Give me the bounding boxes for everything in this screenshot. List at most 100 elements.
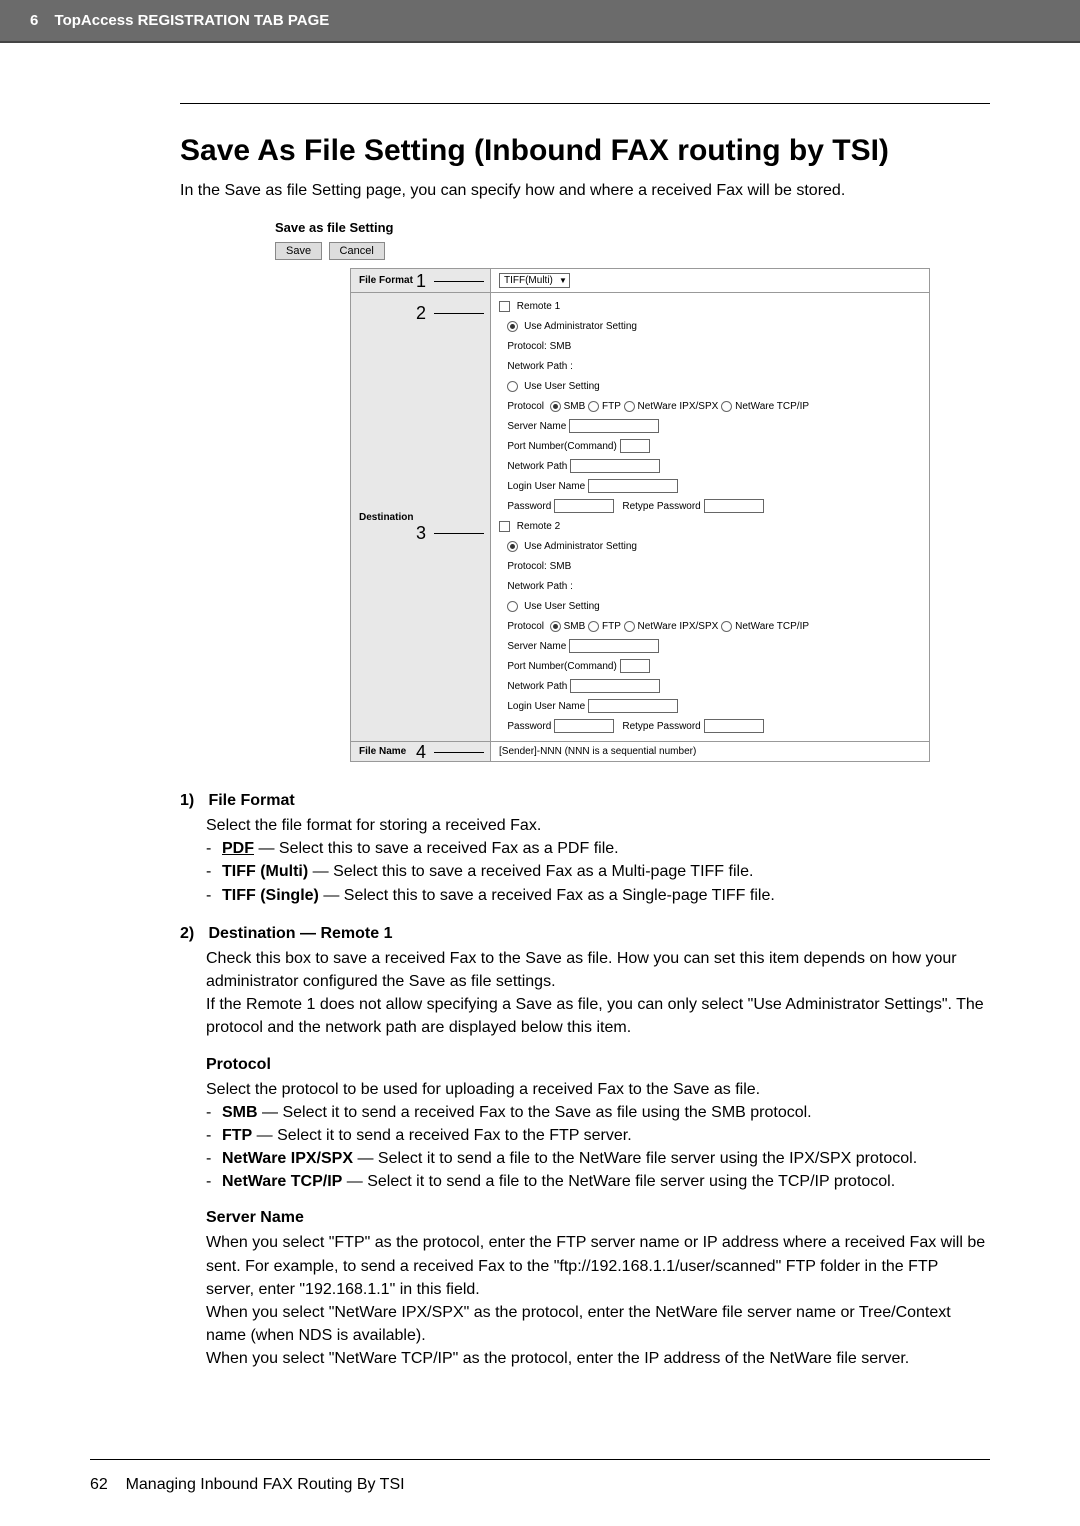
proto-tcp-2: NetWare TCP/IP [735,621,809,632]
proto-smb-2: SMB [564,621,586,632]
use-admin-radio-2[interactable] [507,541,518,552]
login-input[interactable] [588,479,678,493]
use-admin-label-2: Use Administrator Setting [524,541,637,552]
proto-ftp: FTP [602,401,621,412]
retype-label: Retype Password [622,501,700,512]
file-format-dropdown[interactable]: TIFF(Multi) [499,273,570,288]
top-divider [180,103,990,104]
remote2-title: Remote 2 [517,521,560,532]
password-label-2: Password [507,721,551,732]
port-input-2[interactable] [620,659,650,673]
use-admin-radio[interactable] [507,321,518,332]
server-name-heading: Server Name [206,1209,990,1227]
network-path-ro: Network Path : [507,361,573,372]
proto-ftp-radio[interactable] [588,401,599,412]
protocol-row-label: Protocol [507,401,544,412]
item2-p1: Check this box to save a received Fax to… [206,950,957,990]
header-title: TopAccess REGISTRATION TAB PAGE [55,12,330,29]
use-user-label: Use User Setting [524,381,600,392]
callout-2: 2 [416,295,426,331]
proto-tcp-radio-2[interactable] [721,621,732,632]
protocol-intro: Select the protocol to be used for uploa… [206,1081,760,1098]
file-name-value: [Sender]-NNN (NNN is a sequential number… [499,746,696,757]
item2-num: 2) [180,925,204,943]
proto-tcp-radio[interactable] [721,401,732,412]
server-name-p2: When you select "NetWare IPX/SPX" as the… [206,1304,951,1344]
pdf-desc: — Select this to save a received Fax as … [254,840,619,857]
proto-ipx-desc: — Select it to send a file to the NetWar… [353,1150,917,1167]
remote1-title: Remote 1 [517,301,560,312]
port-input[interactable] [620,439,650,453]
retype-input[interactable] [704,499,764,513]
footer-section: Managing Inbound FAX Routing By TSI [126,1476,405,1493]
port-label-2: Port Number(Command) [507,661,616,672]
proto-tcp-label: NetWare TCP/IP [222,1173,342,1190]
proto-ipx-2: NetWare IPX/SPX [638,621,719,632]
settings-title: Save as file Setting [275,220,990,235]
password-input-2[interactable] [554,719,614,733]
screenshot-panel: Save as file Setting Save Cancel File Fo… [200,220,990,762]
proto-ipx-label: NetWare IPX/SPX [222,1150,353,1167]
proto-ftp-radio-2[interactable] [588,621,599,632]
item2-title: Destination — Remote 1 [208,925,392,942]
network-path-input-2[interactable] [570,679,660,693]
callout-4: 4 [416,742,426,763]
retype-label-2: Retype Password [622,721,700,732]
protocol-smb-label-2: Protocol: SMB [507,561,571,572]
callout-3: 3 [416,515,426,551]
save-button[interactable]: Save [275,242,322,260]
protocol-smb-label: Protocol: SMB [507,341,571,352]
protocol-row-label-2: Protocol [507,621,544,632]
use-user-label-2: Use User Setting [524,601,600,612]
protocol-heading: Protocol [206,1056,990,1074]
proto-ftp-2: FTP [602,621,621,632]
port-label: Port Number(Command) [507,441,616,452]
tiff-single-label: TIFF (Single) [222,887,319,904]
pdf-label: PDF [222,840,254,857]
item1-num: 1) [180,792,204,810]
proto-ipx-radio-2[interactable] [624,621,635,632]
network-path-label: Network Path [507,461,567,472]
proto-smb-radio[interactable] [550,401,561,412]
proto-ipx-radio[interactable] [624,401,635,412]
retype-input-2[interactable] [704,719,764,733]
proto-tcp-desc: — Select it to send a file to the NetWar… [342,1173,895,1190]
remote1-checkbox[interactable] [499,301,510,312]
cancel-button[interactable]: Cancel [329,242,385,260]
network-path-input[interactable] [570,459,660,473]
item1-intro: Select the file format for storing a rec… [206,817,541,834]
tiff-multi-desc: — Select this to save a received Fax as … [308,863,753,880]
remote2-checkbox[interactable] [499,521,510,532]
intro-text: In the Save as file Setting page, you ca… [180,182,990,200]
footer-divider [90,1459,990,1460]
proto-ftp-label: FTP [222,1127,252,1144]
password-input[interactable] [554,499,614,513]
page-number: 62 [90,1476,108,1493]
server-name-p3: When you select "NetWare TCP/IP" as the … [206,1350,909,1367]
login-input-2[interactable] [588,699,678,713]
use-user-radio[interactable] [507,381,518,392]
chapter-number: 6 [30,12,38,29]
tiff-multi-label: TIFF (Multi) [222,863,308,880]
use-user-radio-2[interactable] [507,601,518,612]
login-label: Login User Name [507,481,585,492]
proto-ipx: NetWare IPX/SPX [638,401,719,412]
proto-smb-radio-2[interactable] [550,621,561,632]
server-name-label-2: Server Name [507,641,566,652]
network-path-ro-2: Network Path : [507,581,573,592]
tiff-single-desc: — Select this to save a received Fax as … [319,887,775,904]
page-title: Save As File Setting (Inbound FAX routin… [180,134,990,168]
proto-smb-label: SMB [222,1104,258,1121]
network-path-label-2: Network Path [507,681,567,692]
callout-1: 1 [416,271,426,292]
item2-p2: If the Remote 1 does not allow specifyin… [206,996,984,1036]
proto-tcp: NetWare TCP/IP [735,401,809,412]
password-label: Password [507,501,551,512]
server-name-input[interactable] [569,419,659,433]
settings-table: File Format 1 TIFF(Multi) Destination 2 [350,268,930,762]
proto-ftp-desc: — Select it to send a received Fax to th… [252,1127,631,1144]
proto-smb-desc: — Select it to send a received Fax to th… [258,1104,812,1121]
proto-smb: SMB [564,401,586,412]
server-name-input-2[interactable] [569,639,659,653]
page-footer: 62 Managing Inbound FAX Routing By TSI [0,1476,1080,1524]
